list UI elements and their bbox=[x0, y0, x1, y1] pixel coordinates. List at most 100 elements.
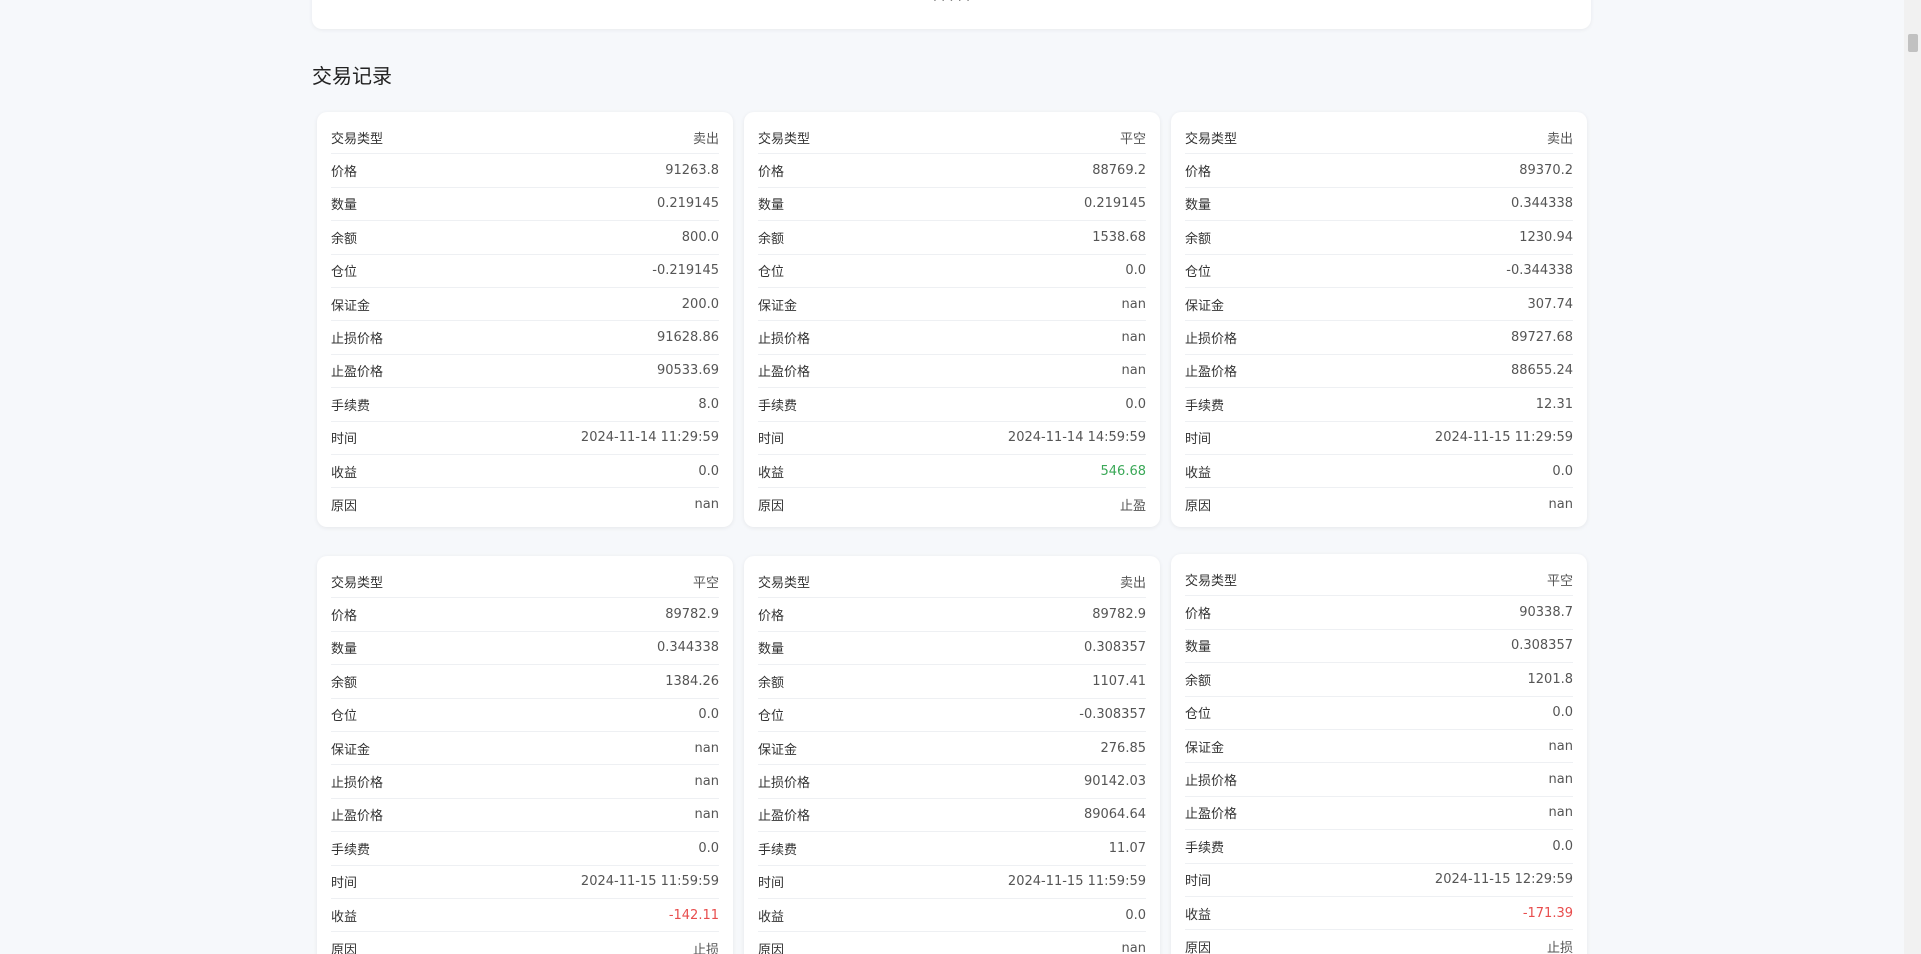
field-value: 1384.26 bbox=[665, 673, 719, 689]
field-value: nan bbox=[1121, 363, 1146, 379]
field-label: 仓位 bbox=[331, 265, 358, 281]
field-label: 数量 bbox=[331, 642, 358, 658]
field-label: 价格 bbox=[758, 165, 785, 181]
field-label: 交易类型 bbox=[1185, 573, 1238, 589]
field-label: 价格 bbox=[331, 609, 358, 625]
field-label: 止盈价格 bbox=[331, 365, 384, 381]
field-label: 手续费 bbox=[1185, 398, 1225, 414]
field-value: -0.308357 bbox=[1079, 707, 1146, 723]
field-label: 原因 bbox=[758, 942, 785, 954]
trade-row-pnl: 收益 0.0 bbox=[331, 455, 719, 489]
field-value: nan bbox=[694, 807, 719, 823]
field-value: 0.344338 bbox=[656, 640, 719, 656]
field-value: nan bbox=[1548, 805, 1573, 821]
trade-row-stop-loss: 止损价格 89727.68 bbox=[1185, 321, 1573, 355]
trade-row-type: 交易类型 卖出 bbox=[758, 565, 1146, 599]
field-label: 止损价格 bbox=[331, 776, 384, 792]
field-label: 数量 bbox=[331, 198, 358, 214]
trade-row-take-profit: 止盈价格 nan bbox=[1185, 797, 1573, 831]
field-label: 时间 bbox=[331, 432, 358, 448]
field-value: 平空 bbox=[1546, 573, 1573, 589]
trade-card: 交易类型 卖出 价格 91263.8 数量 0.219145 余额 800.0 仓位 -0.219… bbox=[317, 112, 733, 527]
field-label: 余额 bbox=[331, 675, 358, 691]
trade-row-take-profit: 止盈价格 nan bbox=[758, 355, 1146, 389]
field-label: 仓位 bbox=[331, 709, 358, 725]
trade-row-qty: 数量 0.219145 bbox=[758, 188, 1146, 222]
field-value: 90142.03 bbox=[1083, 774, 1146, 790]
field-label: 收益 bbox=[758, 909, 785, 925]
field-value: 546.68 bbox=[1100, 463, 1147, 479]
trade-row-stop-loss: 止损价格 91628.86 bbox=[331, 321, 719, 355]
trade-row-time: 时间 2024-11-15 11:59:59 bbox=[331, 866, 719, 899]
field-label: 手续费 bbox=[1185, 840, 1225, 856]
top-panel: · · · · · bbox=[312, 0, 1591, 29]
field-value: nan bbox=[694, 740, 719, 756]
field-value: 止损 bbox=[692, 942, 719, 954]
field-value: 1107.41 bbox=[1092, 673, 1146, 689]
field-value: 2024-11-14 11:29:59 bbox=[580, 430, 719, 446]
trade-row-fee: 手续费 0.0 bbox=[1185, 830, 1573, 864]
trade-row-take-profit: 止盈价格 89064.64 bbox=[758, 799, 1146, 833]
field-value: nan bbox=[1548, 496, 1573, 512]
field-value: 0.219145 bbox=[656, 196, 719, 212]
field-value: 90533.69 bbox=[656, 363, 719, 379]
trade-row-take-profit: 止盈价格 90533.69 bbox=[331, 355, 719, 389]
top-panel-clipped-text: · · · · · bbox=[932, 0, 971, 9]
field-value: 卖出 bbox=[1546, 131, 1573, 147]
trade-row-price: 价格 91263.8 bbox=[331, 154, 719, 188]
field-label: 止损价格 bbox=[1185, 332, 1238, 348]
field-label: 时间 bbox=[1185, 874, 1212, 890]
trade-card: 交易类型 卖出 价格 89782.9 数量 0.308357 余额 1107.41 仓位 -0.3… bbox=[744, 556, 1160, 954]
field-label: 止损价格 bbox=[1185, 774, 1238, 790]
field-value: 91628.86 bbox=[656, 330, 719, 346]
field-value: 89064.64 bbox=[1083, 807, 1146, 823]
trade-row-position: 仓位 -0.308357 bbox=[758, 699, 1146, 732]
field-label: 仓位 bbox=[1185, 265, 1212, 281]
trade-row-price: 价格 88769.2 bbox=[758, 154, 1146, 188]
field-value: 89727.68 bbox=[1510, 330, 1573, 346]
field-label: 止损价格 bbox=[331, 332, 384, 348]
field-label: 收益 bbox=[1185, 907, 1212, 923]
field-value: 200.0 bbox=[681, 296, 719, 312]
trade-row-fee: 手续费 12.31 bbox=[1185, 388, 1573, 422]
trade-row-fee: 手续费 0.0 bbox=[758, 388, 1146, 422]
trade-row-pnl: 收益 -142.11 bbox=[331, 899, 719, 933]
trade-row-reason: 原因 止盈 bbox=[758, 488, 1146, 520]
scrollbar-thumb[interactable] bbox=[1908, 34, 1918, 52]
vertical-scrollbar[interactable] bbox=[1904, 0, 1921, 954]
field-value: -0.344338 bbox=[1506, 263, 1573, 279]
trade-row-pnl: 收益 546.68 bbox=[758, 455, 1147, 489]
field-value: 止损 bbox=[1546, 940, 1573, 954]
field-value: 1201.8 bbox=[1527, 671, 1574, 687]
field-value: 2024-11-15 11:29:59 bbox=[1434, 430, 1573, 446]
trade-row-position: 仓位 -0.219145 bbox=[331, 255, 719, 288]
field-label: 价格 bbox=[758, 609, 785, 625]
field-value: nan bbox=[694, 774, 719, 790]
trade-row-position: 仓位 0.0 bbox=[331, 699, 719, 732]
trade-row-take-profit: 止盈价格 88655.24 bbox=[1185, 355, 1573, 389]
field-label: 交易类型 bbox=[1185, 131, 1238, 147]
field-label: 保证金 bbox=[758, 298, 798, 314]
field-label: 交易类型 bbox=[331, 575, 384, 591]
trade-row-type: 交易类型 卖出 bbox=[1185, 121, 1573, 155]
trade-row-price: 价格 89782.9 bbox=[331, 598, 719, 632]
field-label: 手续费 bbox=[758, 398, 798, 414]
field-label: 价格 bbox=[331, 165, 358, 181]
field-label: 交易类型 bbox=[758, 575, 811, 591]
field-value: 8.0 bbox=[698, 396, 719, 412]
field-value: 307.74 bbox=[1527, 296, 1574, 312]
trade-row-qty: 数量 0.308357 bbox=[1185, 630, 1573, 664]
field-label: 时间 bbox=[331, 876, 358, 892]
field-label: 止损价格 bbox=[758, 776, 811, 792]
field-value: 0.0 bbox=[698, 463, 719, 479]
field-value: nan bbox=[1121, 296, 1146, 312]
field-value: 276.85 bbox=[1100, 740, 1147, 756]
trade-row-qty: 数量 0.308357 bbox=[758, 632, 1146, 666]
field-label: 止盈价格 bbox=[758, 809, 811, 825]
field-label: 数量 bbox=[758, 642, 785, 658]
trade-card: 交易类型 平空 价格 90338.7 数量 0.308357 余额 1201.8 仓位 0.0 保证… bbox=[1171, 554, 1587, 954]
trade-card: 交易类型 平空 价格 88769.2 数量 0.219145 余额 1538.68 仓位 0.0 保… bbox=[744, 112, 1160, 527]
field-label: 原因 bbox=[1185, 498, 1212, 514]
field-value: -0.219145 bbox=[652, 263, 719, 279]
field-label: 余额 bbox=[1185, 673, 1212, 689]
